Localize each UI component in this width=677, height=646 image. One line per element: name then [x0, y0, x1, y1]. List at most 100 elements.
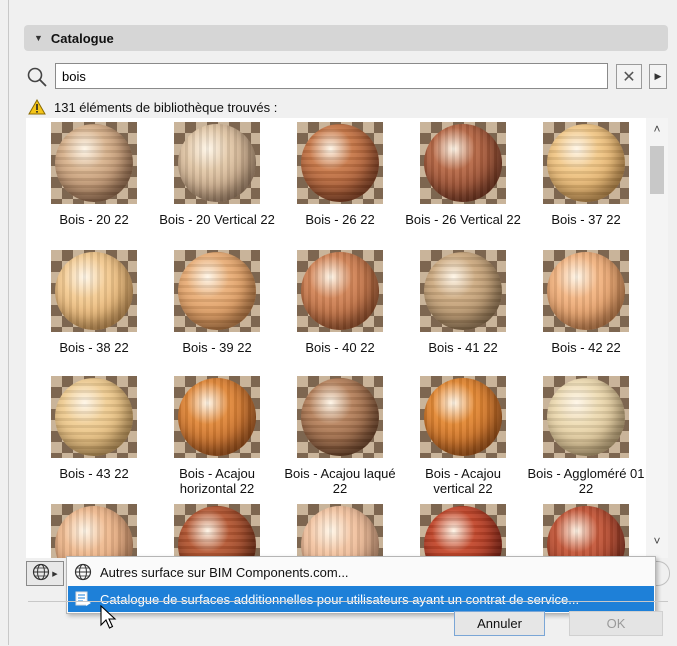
- online-resources-button[interactable]: ▶: [26, 561, 64, 586]
- scroll-thumb[interactable]: [650, 146, 664, 194]
- ok-button[interactable]: OK: [569, 611, 663, 636]
- library-item-label: Bois - 39 22: [182, 340, 252, 355]
- library-item-label: Bois - 40 22: [305, 340, 375, 355]
- material-sphere: [424, 252, 502, 330]
- library-item[interactable]: Bois - 38 22: [34, 250, 154, 374]
- library-item[interactable]: Bois - 39 22: [157, 250, 277, 374]
- material-sphere: [424, 378, 502, 456]
- collapse-triangle-icon[interactable]: ▼: [34, 33, 43, 43]
- material-sphere: [301, 124, 379, 202]
- material-thumbnail: [297, 504, 383, 558]
- library-item[interactable]: Bois - 41 22: [403, 250, 523, 374]
- library-item[interactable]: Bois - 20 22: [34, 122, 154, 246]
- warning-icon: [28, 99, 46, 115]
- dropdown-arrow-icon: ▶: [52, 570, 58, 578]
- material-thumbnail: [297, 250, 383, 332]
- status-line: 131 éléments de bibliothèque trouvés :: [28, 97, 277, 117]
- material-sphere: [301, 506, 379, 558]
- library-items-panel[interactable]: Bois - 20 22 Bois - 20 Vertical 22 Bois - …: [26, 118, 668, 558]
- online-resources-menu: Autres surface sur BIM Components.com...…: [66, 556, 656, 614]
- material-sphere: [178, 124, 256, 202]
- menu-item-bim-components[interactable]: Autres surface sur BIM Components.com...: [68, 559, 654, 585]
- library-item-label: Bois - 37 22: [551, 212, 621, 227]
- library-item[interactable]: Bois - 37 22: [526, 122, 646, 246]
- library-item-label: Bois - 41 22: [428, 340, 498, 355]
- divider: [28, 601, 668, 602]
- library-item-label: Bois - 20 22: [59, 212, 129, 227]
- material-thumbnail: [420, 250, 506, 332]
- library-item-label: Bois - 26 22: [305, 212, 375, 227]
- library-item[interactable]: Bois - 43 22: [34, 376, 154, 500]
- catalogue-title: Catalogue: [50, 30, 114, 46]
- library-item[interactable]: Bois - Acajou laqué 22: [280, 376, 400, 500]
- library-item[interactable]: Bois - Aggloméré 01 22: [526, 376, 646, 500]
- scroll-down-icon[interactable]: ˅: [646, 534, 668, 548]
- material-thumbnail: [297, 376, 383, 458]
- material-sphere: [547, 378, 625, 456]
- material-thumbnail: [174, 504, 260, 558]
- cancel-button[interactable]: Annuler: [454, 611, 545, 636]
- library-item[interactable]: Bois - 26 Vertical 22: [403, 122, 523, 246]
- material-thumbnail: [543, 122, 629, 204]
- search-icon: [26, 66, 48, 88]
- material-thumbnail: [420, 504, 506, 558]
- material-thumbnail: [51, 250, 137, 332]
- clear-search-button[interactable]: ✕: [616, 64, 642, 89]
- material-sphere: [55, 506, 133, 558]
- library-item[interactable]: [34, 504, 154, 558]
- material-sphere: [55, 124, 133, 202]
- material-sphere: [547, 506, 625, 558]
- close-icon: ✕: [622, 68, 636, 86]
- material-sphere: [424, 506, 502, 558]
- material-sphere: [55, 378, 133, 456]
- library-item[interactable]: [526, 504, 646, 558]
- material-thumbnail: [174, 376, 260, 458]
- material-thumbnail: [51, 376, 137, 458]
- library-item[interactable]: Bois - 20 Vertical 22: [157, 122, 277, 246]
- material-sphere: [178, 506, 256, 558]
- material-thumbnail: [51, 122, 137, 204]
- library-item[interactable]: Bois - Acajou vertical 22: [403, 376, 523, 500]
- library-item[interactable]: [280, 504, 400, 558]
- library-item[interactable]: Bois - 42 22: [526, 250, 646, 374]
- material-thumbnail: [174, 250, 260, 332]
- library-item[interactable]: [403, 504, 523, 558]
- library-item-label: Bois - Aggloméré 01 22: [527, 466, 645, 496]
- globe-icon: [32, 563, 50, 584]
- material-thumbnail: [543, 504, 629, 558]
- library-item-label: Bois - 38 22: [59, 340, 129, 355]
- material-thumbnail: [51, 504, 137, 558]
- material-thumbnail: [420, 122, 506, 204]
- search-options-button[interactable]: ▶: [649, 64, 667, 89]
- material-sphere: [301, 252, 379, 330]
- library-item-label: Bois - 26 Vertical 22: [405, 212, 521, 227]
- library-item-label: Bois - 43 22: [59, 466, 129, 481]
- menu-item-label: Catalogue de surfaces additionnelles pou…: [100, 591, 580, 607]
- material-sphere: [178, 252, 256, 330]
- menu-item-label: Autres surface sur BIM Components.com...: [100, 564, 349, 580]
- material-thumbnail: [420, 376, 506, 458]
- material-sphere: [301, 378, 379, 456]
- catalogue-section-header[interactable]: ▼ Catalogue: [24, 25, 668, 51]
- globe-icon: [74, 563, 96, 581]
- arrow-right-icon: ▶: [654, 71, 662, 81]
- material-sphere: [178, 378, 256, 456]
- library-item[interactable]: Bois - 26 22: [280, 122, 400, 246]
- scroll-up-icon[interactable]: ˄: [646, 122, 668, 136]
- material-thumbnail: [174, 122, 260, 204]
- library-item[interactable]: Bois - Acajou horizontal 22: [157, 376, 277, 500]
- library-item-label: Bois - Acajou laqué 22: [284, 466, 396, 496]
- library-item[interactable]: Bois - 40 22: [280, 250, 400, 374]
- search-input[interactable]: [55, 63, 608, 89]
- material-sphere: [547, 252, 625, 330]
- material-thumbnail: [543, 376, 629, 458]
- material-sphere: [424, 124, 502, 202]
- material-sphere: [547, 124, 625, 202]
- vertical-scrollbar[interactable]: ˄ ˅: [646, 118, 668, 558]
- material-thumbnail: [543, 250, 629, 332]
- menu-item-additional-surfaces[interactable]: Catalogue de surfaces additionnelles pou…: [68, 586, 654, 612]
- library-item[interactable]: [157, 504, 277, 558]
- library-item-label: Bois - Acajou horizontal 22: [179, 466, 255, 496]
- catalog-document-icon: [74, 590, 96, 608]
- library-item-label: Bois - 42 22: [551, 340, 621, 355]
